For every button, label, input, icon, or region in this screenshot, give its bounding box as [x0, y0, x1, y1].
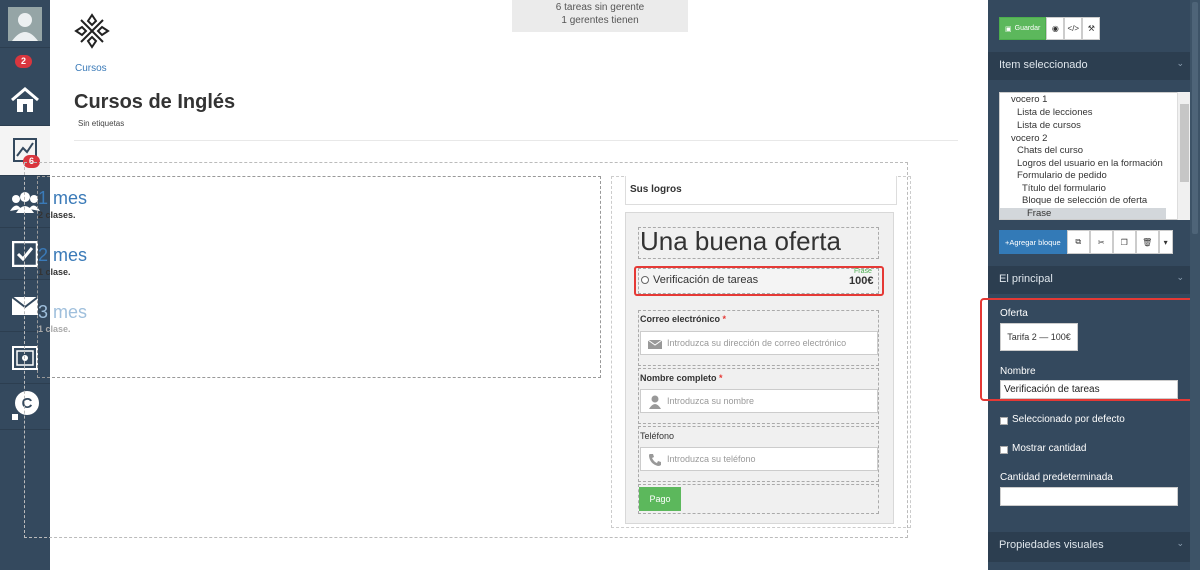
caret-down-icon: ▾: [1163, 237, 1168, 247]
tree-item[interactable]: Lista de cursos: [1017, 120, 1081, 131]
plan-desc: 2 clases.: [38, 210, 76, 220]
sidebar-item-home[interactable]: [0, 74, 50, 126]
panel-toolbar: ▣ Guardar ◉ </> ⚒: [999, 17, 1101, 40]
selected-item-header[interactable]: Item seleccionado ⌄: [988, 52, 1200, 80]
page-title: Cursos de Inglés: [74, 91, 236, 113]
default-quantity-label: Cantidad predeterminada: [1000, 472, 1113, 483]
divider: [74, 140, 958, 141]
tree-item[interactable]: vocero 2: [1011, 133, 1047, 144]
tree-item[interactable]: Lista de lecciones: [1017, 107, 1093, 118]
tree-item[interactable]: vocero 1: [1011, 94, 1047, 105]
name-input[interactable]: Introduzca su nombre: [640, 389, 878, 413]
paste-button[interactable]: ❐: [1112, 230, 1136, 254]
default-selected-label: Seleccionado por defecto: [1012, 414, 1125, 425]
breadcrumb-cursos[interactable]: Cursos: [75, 63, 107, 74]
page-tags: Sin etiquetas: [78, 119, 125, 128]
code-icon: </>: [1067, 24, 1080, 33]
person-icon: [649, 395, 661, 409]
chevron-down-icon: ⌄: [1176, 538, 1184, 548]
tree-scroll-thumb[interactable]: [1180, 104, 1189, 182]
name-label: Nombre completo *: [640, 373, 723, 383]
duplicate-button[interactable]: ⧉: [1066, 230, 1090, 254]
email-label: Correo electrónico *: [640, 314, 727, 324]
tree-item-selected[interactable]: Frase: [1027, 208, 1051, 219]
achievements-label: Sus logros: [630, 184, 682, 195]
tree-item[interactable]: Formulario de pedido: [1017, 170, 1107, 181]
show-quantity-label: Mostrar cantidad: [1012, 443, 1087, 454]
plans-block[interactable]: [37, 176, 601, 378]
default-selected-checkbox[interactable]: [1000, 417, 1008, 425]
save-button[interactable]: ▣ Guardar: [999, 17, 1047, 40]
editor-panel: ▣ Guardar ◉ </> ⚒ Item seleccionado ⌄ voc…: [988, 0, 1200, 570]
panel-scrollbar[interactable]: [1190, 0, 1200, 570]
plan-item[interactable]: 3 mes 1 clase.: [38, 302, 87, 334]
form-title: Una buena oferta: [640, 226, 841, 256]
email-input[interactable]: Introduzca su dirección de correo electr…: [640, 331, 878, 355]
highlight-properties: [980, 298, 1200, 401]
default-quantity-input[interactable]: [1000, 487, 1178, 506]
name-placeholder: Introduzca su nombre: [667, 396, 755, 406]
preview-button[interactable]: ◉: [1046, 17, 1065, 40]
save-label: Guardar: [1014, 25, 1041, 32]
plan-name: 2 mes: [38, 245, 88, 265]
clipboard-icon: ❐: [1120, 237, 1128, 247]
tasks-notice: 6 tareas sin gerente 1 gerentes tienen: [512, 0, 688, 32]
visual-props-title: Propiedades visuales: [999, 539, 1104, 551]
plan-item[interactable]: 1 mes 2 clases.: [38, 188, 87, 220]
logo-icon: [74, 13, 110, 49]
settings-button[interactable]: ⚒: [1082, 17, 1101, 40]
chevron-down-icon: ⌄: [1176, 272, 1184, 282]
plan-name: 3 mes: [38, 302, 88, 322]
trash-icon: 🗑: [1142, 237, 1153, 247]
wrench-icon: ⚒: [1087, 24, 1095, 33]
email-placeholder: Introduzca su dirección de correo electr…: [667, 338, 847, 348]
tree-selection-highlight: [1000, 208, 1166, 219]
add-block-button[interactable]: +Agregar bloque: [999, 230, 1067, 254]
pay-button[interactable]: Pago: [639, 487, 681, 511]
notice-line-1: 6 tareas sin gerente: [555, 2, 645, 13]
tree-item[interactable]: Chats del curso: [1017, 145, 1083, 156]
tree-item[interactable]: Bloque de selección de oferta: [1022, 195, 1147, 206]
avatar-icon: [8, 6, 42, 41]
more-dropdown[interactable]: ▾: [1158, 230, 1173, 254]
plan-desc: 1 clase.: [38, 267, 71, 277]
phone-placeholder: Introduzca su teléfono: [667, 454, 756, 464]
highlight-selected-option: [634, 266, 884, 296]
main-section-title: El principal: [999, 273, 1053, 285]
panel-scroll-thumb[interactable]: [1192, 2, 1198, 234]
floppy-icon: ▣: [1005, 25, 1012, 33]
phone-input[interactable]: Introduzca su teléfono: [640, 447, 878, 471]
tree-scrollbar[interactable]: [1177, 92, 1190, 220]
home-badge: 2: [15, 55, 33, 68]
plan-desc: 1 clase.: [38, 324, 71, 334]
selected-item-title: Item seleccionado: [999, 59, 1088, 71]
show-quantity-checkbox[interactable]: [1000, 446, 1008, 454]
chevron-down-icon: ⌄: [1176, 58, 1184, 68]
tree-item[interactable]: Logros del usuario en la formación: [1017, 158, 1163, 169]
phone-label: Teléfono: [640, 431, 675, 441]
envelope-icon: [648, 339, 662, 349]
phone-icon: [649, 454, 661, 466]
delete-button[interactable]: 🗑: [1135, 230, 1159, 254]
block-tree[interactable]: vocero 1 Lista de lecciones Lista de cur…: [999, 92, 1179, 220]
visual-props-header[interactable]: Propiedades visuales ⌄: [988, 532, 1200, 562]
home-icon: [11, 86, 39, 112]
cut-button[interactable]: ✂: [1089, 230, 1113, 254]
plan-name: 1 mes: [38, 188, 88, 208]
block-toolbar: +Agregar bloque ⧉ ✂ ❐ 🗑 ▾: [999, 230, 1173, 254]
plan-item[interactable]: 2 mes 1 clase.: [38, 245, 87, 277]
copy-icon: ⧉: [1075, 237, 1082, 246]
main-section-header[interactable]: El principal ⌄: [988, 266, 1200, 294]
scissors-icon: ✂: [1097, 237, 1105, 247]
code-button[interactable]: </>: [1064, 17, 1083, 40]
notice-line-2: 1 gerentes tienen: [561, 15, 639, 26]
user-avatar[interactable]: [0, 0, 50, 48]
eye-icon: ◉: [1051, 24, 1059, 33]
tree-item[interactable]: Título del formulario: [1022, 183, 1106, 194]
